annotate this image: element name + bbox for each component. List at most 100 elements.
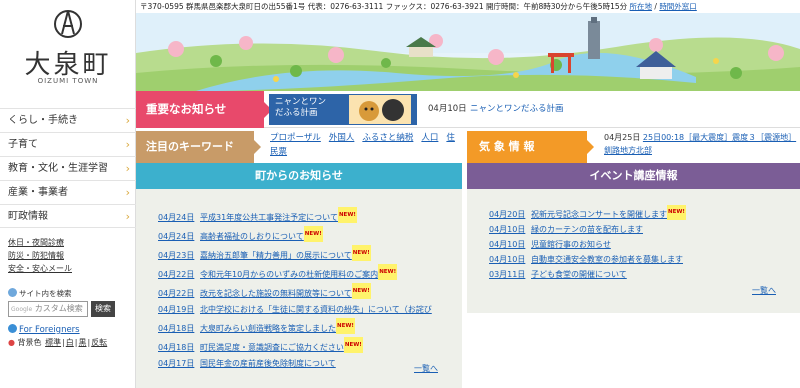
news-item[interactable]: 04月17日 国民年金の産前産後免除制度について bbox=[158, 356, 458, 372]
search-label-text: サイト内を検索 bbox=[19, 289, 72, 298]
keyword-link[interactable]: ふるさと納税 bbox=[362, 133, 413, 143]
search-input[interactable]: Google カスタム検索 bbox=[8, 301, 88, 317]
site-logo[interactable]: 大泉町 OIZUMI TOWN bbox=[0, 0, 136, 92]
event-title: 自動車交通安全教室の参加者を募集します bbox=[531, 255, 683, 264]
quick-links: 休日・夜間診療 防災・防犯情報 安全・安心メール bbox=[8, 236, 72, 275]
town-emblem-icon bbox=[54, 10, 82, 38]
news-date: 04月17日 bbox=[158, 359, 195, 368]
news-title: 大泉町みらい創造戦略を策定しました bbox=[200, 324, 336, 333]
chevron-right-icon: › bbox=[125, 138, 130, 151]
event-date: 04月20日 bbox=[489, 210, 526, 219]
link-holiday-clinic[interactable]: 休日・夜間診療 bbox=[8, 236, 72, 249]
news-title: 改元を記念した施設の無料開放等について bbox=[200, 289, 352, 298]
news-date: 04月18日 bbox=[158, 324, 195, 333]
town-illustration bbox=[136, 13, 800, 91]
menu-item-chosei[interactable]: 町政情報 › bbox=[0, 204, 136, 228]
bgcolor-white[interactable]: 白 bbox=[66, 338, 74, 347]
left-column: 大泉町 OIZUMI TOWN くらし・手続き › 子育て › 教育・文化・生涯学習… bbox=[0, 0, 136, 388]
globe-icon bbox=[8, 324, 17, 333]
search-button[interactable]: 検索 bbox=[91, 301, 115, 317]
menu-item-kyoiku[interactable]: 教育・文化・生涯学習 › bbox=[0, 156, 136, 180]
town-illustration-banner bbox=[136, 13, 800, 91]
news-item[interactable]: 04月18日 大泉町みらい創造戦略を策定しましたNEW! bbox=[158, 318, 458, 337]
menu-item-label: 町政情報 bbox=[8, 211, 48, 222]
chevron-right-icon: › bbox=[125, 114, 130, 127]
palette-icon: ● bbox=[8, 338, 15, 347]
new-badge: NEW! bbox=[336, 318, 355, 334]
bgcolor-invert[interactable]: 反転 bbox=[91, 338, 107, 347]
news-item[interactable]: 04月23日 嘉納治五郎筆「精力善用」の展示についてNEW! bbox=[158, 245, 458, 264]
news-date: 04月22日 bbox=[158, 270, 195, 279]
events-heading: イベント講座情報 bbox=[467, 163, 800, 189]
news-date: 04月22日 bbox=[158, 289, 195, 298]
keyword-link[interactable]: プロポーザル bbox=[270, 133, 321, 143]
news-date: 04月24日 bbox=[158, 232, 195, 241]
menu-item-kosodate[interactable]: 子育て › bbox=[0, 132, 136, 156]
news-item[interactable]: 04月22日 改元を記念した施設の無料開放等についてNEW! bbox=[158, 283, 458, 302]
event-title: 緑のカーテンの苗を配布します bbox=[531, 225, 643, 234]
cat-dog-image bbox=[349, 95, 411, 124]
menu-item-kurashi[interactable]: くらし・手続き › bbox=[0, 108, 136, 132]
news-title: 高齢者福祉のしおりについて bbox=[200, 232, 304, 241]
menu-item-label: 教育・文化・生涯学習 bbox=[8, 163, 108, 174]
news-item[interactable]: 04月24日 高齢者福祉のしおりについてNEW! bbox=[158, 226, 458, 245]
link-disaster-info[interactable]: 防災・防犯情報 bbox=[8, 249, 72, 262]
event-item[interactable]: 04月10日 緑のカーテンの苗を配布します bbox=[489, 222, 789, 237]
bgcolor-label: 背景色 bbox=[17, 338, 42, 347]
new-badge: NEW! bbox=[337, 207, 357, 223]
link-safety-mail[interactable]: 安全・安心メール bbox=[8, 262, 72, 275]
foreigners-link[interactable]: For Foreigners bbox=[8, 324, 80, 335]
event-date: 04月10日 bbox=[489, 255, 526, 264]
keywords-heading: 注目のキーワード bbox=[136, 131, 261, 163]
news-date: 04月24日 bbox=[158, 213, 195, 222]
event-item[interactable]: 04月10日 児童館行事のお知らせ bbox=[489, 237, 789, 252]
important-thumbnail[interactable]: ニャンとワン だふる計画 bbox=[269, 94, 417, 125]
weather-heading: 気 象 情 報 bbox=[467, 131, 594, 163]
news-date: 04月23日 bbox=[158, 251, 195, 260]
events-panel: イベント講座情報 04月20日 祝新元号記念コンサートを開催しますNEW! 04月… bbox=[467, 163, 800, 313]
news-more-link[interactable]: 一覧へ bbox=[414, 363, 438, 374]
event-item[interactable]: 04月10日 自動車交通安全教室の参加者を募集します bbox=[489, 252, 789, 267]
news-item[interactable]: 04月22日 令和元年10月からのいずみの杜新使用料のご案内NEW! bbox=[158, 264, 458, 283]
news-title: 令和元年10月からのいずみの杜新使用料のご案内 bbox=[200, 270, 379, 279]
foreigners-link-text: For Foreigners bbox=[19, 325, 80, 335]
address-text: 〒370-0595 群馬県邑楽郡大泉町日の出55番1号 代表：0276-63-3… bbox=[140, 2, 628, 11]
important-date: 04月10日 bbox=[428, 104, 467, 114]
important-notice-bar: 重要なお知らせ ニャンとワン だふる計画 04月10日 ニャンとワンだふる計画 bbox=[136, 91, 800, 128]
search-placeholder: カスタム検索 bbox=[34, 304, 83, 313]
chevron-right-icon: › bbox=[125, 186, 130, 199]
weather-info: 04月25日 25日00:18［最大震度］震度３［震源地］釧路地方北部 bbox=[604, 131, 800, 157]
new-badge: NEW! bbox=[351, 245, 371, 261]
bgcolor-standard[interactable]: 標準 bbox=[45, 338, 61, 347]
keyword-link[interactable]: 外国人 bbox=[329, 133, 355, 143]
event-item[interactable]: 04月20日 祝新元号記念コンサートを開催しますNEW! bbox=[489, 205, 789, 222]
bgcolor-switcher: ● 背景色 標準|白|黒|反転 bbox=[8, 338, 108, 347]
events-more-link[interactable]: 一覧へ bbox=[752, 285, 776, 296]
chevron-right-icon: › bbox=[125, 210, 130, 223]
keyword-link[interactable]: 人口 bbox=[421, 133, 438, 143]
bgcolor-black[interactable]: 黒 bbox=[78, 338, 86, 347]
important-link[interactable]: ニャンとワンだふる計画 bbox=[470, 91, 564, 128]
location-link[interactable]: 所在地 bbox=[630, 2, 653, 11]
news-item[interactable]: 04月19日 北中学校における「生徒に関する資料の紛失」について（お詫び bbox=[158, 302, 448, 318]
news-list: 04月24日 平成31年度公共工事発注予定についてNEW! 04月24日 高齢者福祉… bbox=[158, 207, 458, 372]
news-item[interactable]: 04月18日 町民満足度・意識調査にご協力くださいNEW! bbox=[158, 337, 458, 356]
event-item[interactable]: 03月11日 子ども食堂の開催について bbox=[489, 267, 789, 282]
news-item[interactable]: 04月24日 平成31年度公共工事発注予定についてNEW! bbox=[158, 207, 458, 226]
news-heading: 町からのお知らせ bbox=[136, 163, 462, 189]
news-title: 国民年金の産前産後免除制度について bbox=[200, 359, 336, 368]
search-icon bbox=[8, 288, 17, 297]
event-date: 04月10日 bbox=[489, 225, 526, 234]
new-badge: NEW! bbox=[351, 283, 371, 299]
new-badge: NEW! bbox=[378, 264, 398, 280]
event-date: 03月11日 bbox=[489, 270, 526, 279]
after-hours-link[interactable]: 時間外窓口 bbox=[659, 2, 697, 11]
menu-item-sangyo[interactable]: 産業・事業者 › bbox=[0, 180, 136, 204]
event-title: 子ども食堂の開催について bbox=[531, 270, 627, 279]
news-title: 嘉納治五郎筆「精力善用」の展示について bbox=[200, 251, 352, 260]
important-heading: 重要なお知らせ bbox=[136, 91, 272, 128]
news-title: 平成31年度公共工事発注予定について bbox=[200, 213, 338, 222]
town-news-panel: 町からのお知らせ 04月24日 平成31年度公共工事発注予定についてNEW! 04… bbox=[136, 163, 462, 388]
new-badge: NEW! bbox=[303, 226, 323, 242]
event-title: 祝新元号記念コンサートを開催します bbox=[531, 210, 667, 219]
